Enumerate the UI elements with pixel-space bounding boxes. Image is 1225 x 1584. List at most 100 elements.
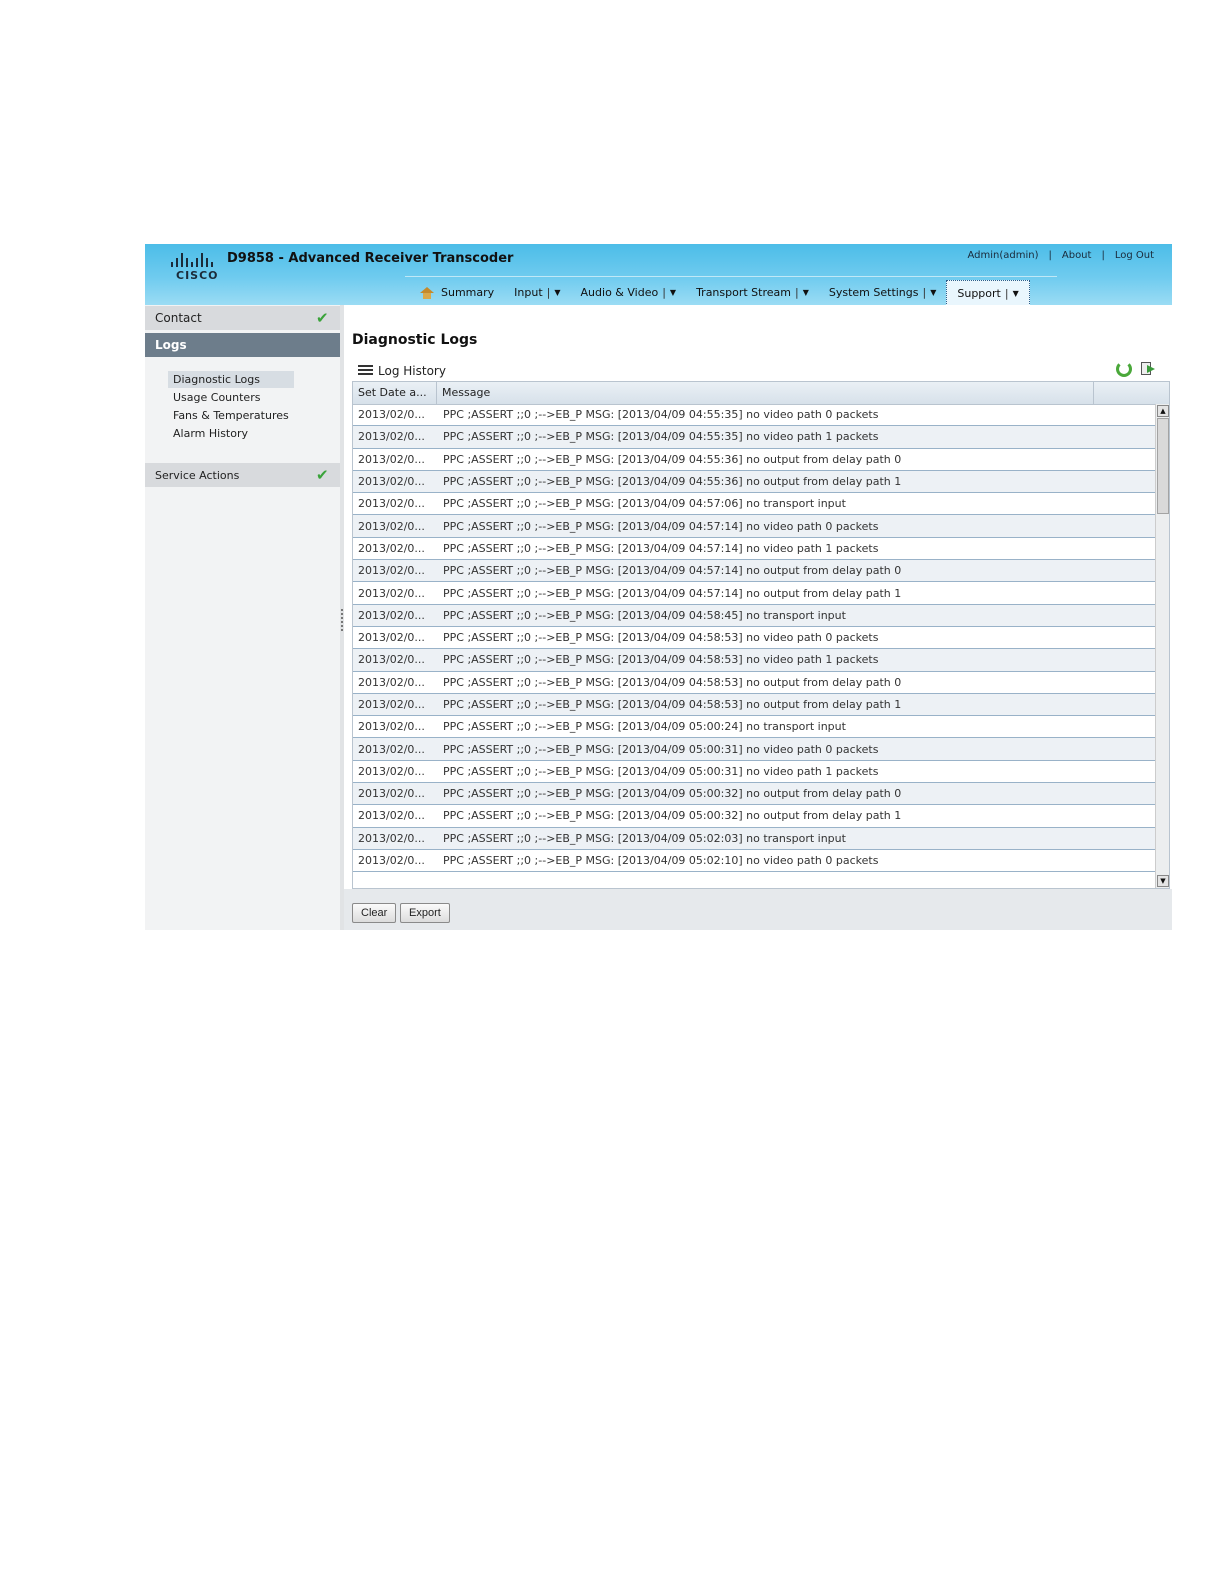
menu-icon[interactable] — [358, 365, 373, 375]
vertical-scrollbar[interactable]: ▲ ▼ — [1155, 404, 1169, 888]
chevron-down-icon[interactable]: ▼ — [803, 288, 809, 297]
table-row[interactable]: 2013/02/0... PPC ;ASSERT ;;0 ;-->EB_P MSG… — [353, 783, 1155, 806]
table-row[interactable]: 2013/02/0... PPC ;ASSERT ;;0 ;-->EB_P MSG… — [353, 470, 1155, 494]
table-row[interactable]: 2013/02/0... PPC ;ASSERT ;;0 ;-->EB_P MSG… — [353, 716, 1155, 739]
table-row[interactable]: 2013/02/0... PPC ;ASSERT ;;0 ;-->EB_P MSG… — [353, 850, 1155, 873]
cell-message: PPC ;ASSERT ;;0 ;-->EB_P MSG: [2013/04/0… — [443, 430, 879, 444]
table-row[interactable]: 2013/02/0... PPC ;ASSERT ;;0 ;-->EB_P MSG… — [353, 582, 1155, 605]
nav-pipe: | — [546, 286, 551, 299]
table-row[interactable]: 2013/02/0... PPC ;ASSERT ;;0 ;-->EB_P MSG… — [353, 693, 1155, 717]
scroll-up-icon[interactable]: ▲ — [1157, 405, 1169, 417]
clear-button[interactable]: Clear — [352, 903, 397, 923]
chevron-down-icon[interactable]: ▼ — [554, 288, 560, 297]
sidebar-section-label: Contact — [155, 311, 202, 325]
cell-message: PPC ;ASSERT ;;0 ;-->EB_P MSG: [2013/04/0… — [443, 586, 902, 600]
main-content: Diagnostic Logs Log History Set Date a..… — [344, 305, 1172, 930]
table-row[interactable]: 2013/02/0... PPC ;ASSERT ;;0 ;-->EB_P MSG… — [353, 649, 1155, 672]
cell-date: 2013/02/0... — [358, 452, 425, 466]
cell-message: PPC ;ASSERT ;;0 ;-->EB_P MSG: [2013/04/0… — [443, 854, 879, 868]
chevron-down-icon[interactable]: ▼ — [670, 288, 676, 297]
table-row[interactable]: 2013/02/0... PPC ;ASSERT ;;0 ;-->EB_P MSG… — [353, 449, 1155, 471]
table-row[interactable]: 2013/02/0... PPC ;ASSERT ;;0 ;-->EB_P MSG… — [353, 761, 1155, 784]
header: CISCO D9858 - Advanced Receiver Transcod… — [145, 244, 1172, 306]
user-link[interactable]: Admin(admin) — [967, 250, 1038, 261]
table-row[interactable]: 2013/02/0... PPC ;ASSERT ;;0 ;-->EB_P MSG… — [353, 538, 1155, 561]
cell-message: PPC ;ASSERT ;;0 ;-->EB_P MSG: [2013/04/0… — [443, 564, 902, 578]
table-row[interactable]: 2013/02/0... PPC ;ASSERT ;;0 ;-->EB_P MSG… — [353, 404, 1155, 427]
cell-message: PPC ;ASSERT ;;0 ;-->EB_P MSG: [2013/04/0… — [443, 519, 879, 533]
page-title: Diagnostic Logs — [352, 332, 478, 348]
panel-header: Log History — [352, 361, 1164, 381]
nav-summary[interactable]: Summary — [410, 280, 504, 305]
cell-date: 2013/02/0... — [358, 698, 425, 711]
cell-message: PPC ;ASSERT ;;0 ;-->EB_P MSG: [2013/04/0… — [443, 653, 879, 667]
cell-message: PPC ;ASSERT ;;0 ;-->EB_P MSG: [2013/04/0… — [443, 720, 846, 734]
chevron-down-icon[interactable]: ▼ — [1013, 289, 1019, 298]
table-row[interactable]: 2013/02/0... PPC ;ASSERT ;;0 ;-->EB_P MSG… — [353, 672, 1155, 694]
sidebar-section-label: Logs — [155, 338, 187, 352]
about-link[interactable]: About — [1062, 250, 1092, 261]
cell-date: 2013/02/0... — [358, 608, 425, 622]
log-table: Set Date a... Message 2013/02/0... PPC ;A… — [352, 381, 1170, 889]
home-icon — [420, 286, 434, 299]
cell-date: 2013/02/0... — [358, 631, 425, 645]
sidebar-item-diagnostic-logs[interactable]: Diagnostic Logs — [168, 371, 294, 388]
sidebar-section-logs[interactable]: Logs — [145, 333, 340, 357]
app-window: CISCO D9858 - Advanced Receiver Transcod… — [145, 244, 1172, 930]
table-row[interactable]: 2013/02/0... PPC ;ASSERT ;;0 ;-->EB_P MSG… — [353, 515, 1155, 538]
sidebar-item-alarm-history[interactable]: Alarm History — [168, 425, 294, 442]
column-header-message[interactable]: Message — [437, 382, 1094, 404]
logs-submenu: Diagnostic Logs Usage Counters Fans & Te… — [168, 371, 294, 443]
nav-input-label: Input — [514, 286, 543, 299]
cell-date: 2013/02/0... — [358, 742, 425, 756]
export-icon[interactable] — [1141, 362, 1156, 376]
refresh-icon[interactable] — [1116, 361, 1132, 377]
nav-support[interactable]: Support | ▼ — [946, 279, 1030, 306]
nav-pipe: | — [794, 286, 799, 299]
sidebar-section-service-actions[interactable]: Service Actions ✔ — [145, 463, 340, 487]
sidebar-section-contact[interactable]: Contact ✔ — [145, 306, 340, 330]
check-icon: ✔ — [316, 309, 329, 327]
table-row[interactable]: 2013/02/0... PPC ;ASSERT ;;0 ;-->EB_P MSG… — [353, 426, 1155, 449]
column-header-date[interactable]: Set Date a... — [353, 382, 437, 404]
sidebar-item-fans-temperatures[interactable]: Fans & Temperatures — [168, 407, 294, 424]
cell-message: PPC ;ASSERT ;;0 ;-->EB_P MSG: [2013/04/0… — [443, 698, 902, 711]
check-icon: ✔ — [316, 466, 329, 484]
chevron-down-icon[interactable]: ▼ — [930, 288, 936, 297]
export-button[interactable]: Export — [400, 903, 450, 923]
nav-audio-video-label: Audio & Video — [580, 286, 659, 299]
cell-date: 2013/02/0... — [358, 475, 425, 489]
panel-title: Log History — [378, 364, 446, 378]
table-body: 2013/02/0... PPC ;ASSERT ;;0 ;-->EB_P MSG… — [353, 404, 1155, 888]
cell-date: 2013/02/0... — [358, 653, 425, 667]
table-row[interactable]: 2013/02/0... PPC ;ASSERT ;;0 ;-->EB_P MSG… — [353, 493, 1155, 516]
logo-text: CISCO — [176, 269, 219, 282]
logout-link[interactable]: Log Out — [1115, 250, 1154, 261]
table-row[interactable]: 2013/02/0... PPC ;ASSERT ;;0 ;-->EB_P MSG… — [353, 560, 1155, 583]
cell-message: PPC ;ASSERT ;;0 ;-->EB_P MSG: [2013/04/0… — [443, 475, 902, 489]
nav-system-settings-label: System Settings — [828, 286, 919, 299]
table-row[interactable]: 2013/02/0... PPC ;ASSERT ;;0 ;-->EB_P MSG… — [353, 738, 1155, 761]
cell-date: 2013/02/0... — [358, 408, 425, 422]
table-row[interactable]: 2013/02/0... PPC ;ASSERT ;;0 ;-->EB_P MSG… — [353, 805, 1155, 828]
cell-date: 2013/02/0... — [358, 541, 425, 555]
nav-input[interactable]: Input | ▼ — [504, 280, 570, 305]
table-row[interactable]: 2013/02/0... PPC ;ASSERT ;;0 ;-->EB_P MSG… — [353, 827, 1155, 850]
nav-pipe: | — [662, 286, 666, 299]
cell-date: 2013/02/0... — [358, 497, 425, 511]
table-row[interactable]: 2013/02/0... PPC ;ASSERT ;;0 ;-->EB_P MSG… — [353, 627, 1155, 650]
scroll-down-icon[interactable]: ▼ — [1157, 875, 1169, 887]
splitter-handle[interactable] — [341, 609, 343, 631]
nav-system-settings[interactable]: System Settings | ▼ — [819, 280, 947, 305]
nav-transport-stream[interactable]: Transport Stream | ▼ — [686, 280, 819, 305]
nav-audio-video[interactable]: Audio & Video | ▼ — [571, 280, 687, 305]
cell-message: PPC ;ASSERT ;;0 ;-->EB_P MSG: [2013/04/0… — [443, 787, 902, 801]
cell-date: 2013/02/0... — [358, 831, 425, 845]
cell-message: PPC ;ASSERT ;;0 ;-->EB_P MSG: [2013/04/0… — [443, 541, 879, 555]
sidebar-item-usage-counters[interactable]: Usage Counters — [168, 389, 294, 406]
scrollbar-thumb[interactable] — [1157, 418, 1169, 514]
cell-message: PPC ;ASSERT ;;0 ;-->EB_P MSG: [2013/04/0… — [443, 742, 879, 756]
table-row[interactable]: 2013/02/0... PPC ;ASSERT ;;0 ;-->EB_P MSG… — [353, 604, 1155, 627]
cell-message: PPC ;ASSERT ;;0 ;-->EB_P MSG: [2013/04/0… — [443, 631, 879, 645]
header-divider — [405, 276, 1057, 277]
